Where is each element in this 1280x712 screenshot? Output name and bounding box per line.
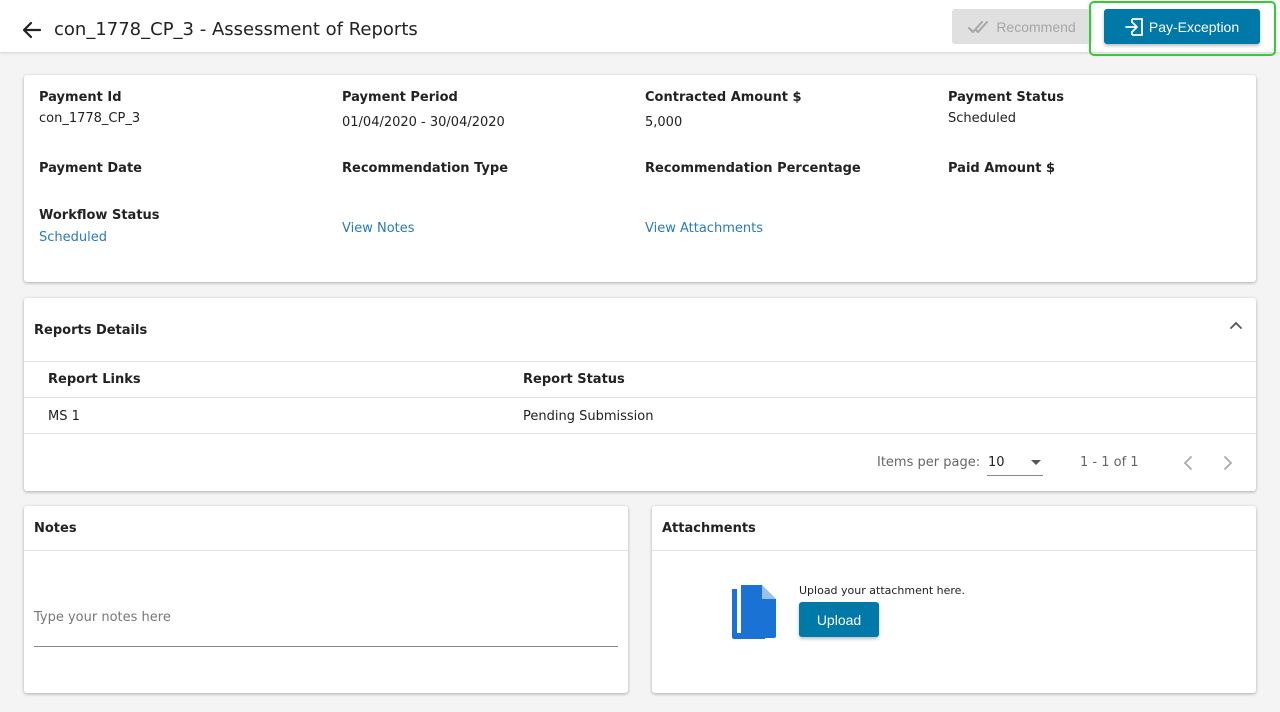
view-notes-link[interactable]: View Notes	[342, 221, 415, 236]
recommend-label: Recommend	[996, 18, 1076, 35]
pay-exception-label: Pay-Exception	[1148, 18, 1240, 35]
paid-amount-label: Paid Amount $	[948, 161, 1056, 176]
chevron-right-icon[interactable]	[1222, 456, 1234, 470]
attachments-card: Attachments Upload your attachment here.…	[652, 506, 1256, 693]
pay-exception-button[interactable]: Pay-Exception	[1104, 9, 1260, 44]
notes-divider	[24, 550, 628, 551]
chevron-up-icon[interactable]	[1229, 320, 1243, 330]
payment-status-value: Scheduled	[948, 111, 1016, 126]
file-copy-icon	[732, 585, 776, 639]
recommendation-type-field: Recommendation Type	[342, 161, 508, 176]
reports-details-card: Reports Details Report Links Report Stat…	[24, 298, 1256, 491]
items-per-page-select[interactable]: 10	[987, 450, 1043, 476]
header-divider	[24, 361, 1256, 362]
pager-range: 1 - 1 of 1	[1080, 455, 1139, 470]
table-head-divider	[24, 397, 1256, 398]
recommendation-percentage-field: Recommendation Percentage	[645, 161, 861, 176]
items-per-page-value: 10	[988, 455, 1005, 470]
payment-period-label: Payment Period	[342, 90, 458, 105]
upload-hint-text: Upload your attachment here.	[799, 584, 965, 597]
payment-date-label: Payment Date	[39, 161, 142, 176]
view-attachments-link[interactable]: View Attachments	[645, 221, 763, 236]
reports-details-title: Reports Details	[34, 323, 148, 338]
payment-date-field: Payment Date	[39, 161, 142, 176]
table-row-divider	[24, 433, 1256, 434]
workflow-status-link[interactable]: Scheduled	[39, 230, 160, 245]
report-link-cell[interactable]: MS 1	[48, 409, 80, 424]
attachments-title: Attachments	[662, 521, 756, 536]
notes-title: Notes	[34, 521, 77, 536]
column-header-report-status: Report Status	[523, 372, 625, 387]
payment-id-label: Payment Id	[39, 90, 122, 105]
sign-in-icon	[1124, 17, 1143, 36]
recommend-button[interactable]: Recommend	[952, 9, 1092, 44]
payment-period-field: Payment Period 01/04/2020 - 30/04/2020	[342, 90, 505, 130]
workflow-status-field: Workflow Status Scheduled	[39, 208, 160, 245]
payment-status-label: Payment Status	[948, 90, 1064, 105]
payment-id-value: con_1778_CP_3	[39, 111, 141, 126]
arrow-left-icon[interactable]	[22, 20, 42, 40]
contracted-amount-label: Contracted Amount $	[645, 90, 802, 105]
items-per-page-label: Items per page:	[877, 455, 981, 470]
page-title: con_1778_CP_3 - Assessment of Reports	[54, 19, 418, 40]
notes-card: Notes	[24, 506, 628, 693]
chevron-left-icon[interactable]	[1182, 456, 1194, 470]
double-check-icon	[968, 20, 989, 33]
attachments-divider	[652, 550, 1256, 551]
workflow-status-label: Workflow Status	[39, 208, 160, 223]
column-header-report-links: Report Links	[48, 372, 141, 387]
payment-period-value: 01/04/2020 - 30/04/2020	[342, 115, 505, 130]
chevron-down-icon	[1031, 460, 1041, 465]
upload-button[interactable]: Upload	[799, 602, 879, 637]
contracted-amount-value: 5,000	[645, 115, 683, 130]
paid-amount-field: Paid Amount $	[948, 161, 1055, 176]
recommendation-type-label: Recommendation Type	[342, 161, 509, 176]
contracted-amount-field: Contracted Amount $ 5,000	[645, 90, 802, 130]
top-bar: con_1778_CP_3 - Assessment of Reports Re…	[0, 0, 1280, 56]
payment-id-field: Payment Id con_1778_CP_3	[39, 90, 140, 126]
recommendation-percentage-label: Recommendation Percentage	[645, 161, 861, 176]
notes-input[interactable]	[34, 588, 618, 647]
report-status-cell: Pending Submission	[523, 409, 654, 424]
payment-status-field: Payment Status Scheduled	[948, 90, 1064, 126]
payment-info-card: Payment Id con_1778_CP_3 Payment Period …	[24, 75, 1256, 282]
